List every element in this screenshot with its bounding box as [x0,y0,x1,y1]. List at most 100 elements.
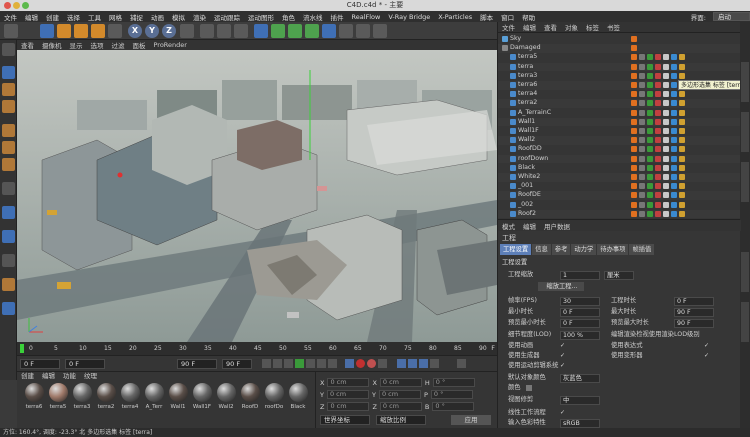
position-key-icon[interactable] [397,359,406,368]
coord-value-field[interactable]: 0 cm [326,390,369,399]
tag-icon[interactable] [679,174,685,180]
tag-icon[interactable] [655,63,661,70]
tag-icon[interactable] [663,137,669,144]
viewport-3d[interactable] [17,50,497,342]
tag-icon[interactable] [671,109,677,116]
current-frame-field[interactable]: 0 F [65,359,105,369]
deformer-icon[interactable] [322,24,336,38]
tag-icon[interactable] [663,72,669,79]
tag-icon[interactable] [647,82,653,88]
object-menu-item[interactable]: 书签 [603,22,624,32]
layout-select[interactable]: 启动 [713,12,750,21]
move-key-icon[interactable] [345,359,354,368]
object-menu-item[interactable]: 编辑 [519,22,540,32]
tag-icon[interactable] [647,164,653,171]
tag-icon[interactable] [679,128,685,134]
tag-icon[interactable] [671,63,677,70]
tag-icon[interactable] [663,146,669,153]
scale-tool-icon[interactable] [74,24,88,38]
tag-icon[interactable] [647,192,653,199]
object-row[interactable]: Black [498,164,741,173]
object-row[interactable]: Wall2 [498,136,741,145]
tag-icon[interactable] [631,45,637,52]
menu-item[interactable]: 渲染 [189,12,210,22]
viewport-menu-item[interactable]: 摄像机 [38,40,66,50]
material-swatch[interactable]: Wall2 [215,383,237,423]
tag-icon[interactable] [631,100,637,107]
tag-icon[interactable] [663,201,669,208]
project-scale-field[interactable]: 1 [560,271,600,280]
input-color-profile-select[interactable]: sRGB [560,419,600,428]
tag-icon[interactable] [639,128,645,134]
tag-icon[interactable] [631,36,637,42]
material-menu-item[interactable]: 编辑 [38,372,59,381]
recent-tool-icon[interactable] [108,24,122,38]
tag-icon[interactable] [647,201,653,208]
attribute-menu-item[interactable]: 用户数据 [540,221,574,231]
menu-item[interactable]: 运动跟踪 [210,12,244,22]
tag-icon[interactable] [639,82,645,88]
tag-icon[interactable] [671,54,677,61]
scale-mode-select[interactable]: 缩放比例 [376,415,426,425]
axis-y-button[interactable]: Y [145,24,159,38]
content-browser-side-tab[interactable] [741,112,749,152]
menu-item[interactable]: 动画 [147,12,168,22]
tag-icon[interactable] [671,192,677,199]
tag-icon[interactable] [647,146,653,153]
tag-icon[interactable] [639,137,645,144]
viewport-menu-item[interactable]: 选项 [87,40,108,50]
object-row[interactable]: terra4 [498,90,741,99]
prev-frame-icon[interactable] [284,359,293,368]
layers-side-tab[interactable] [741,302,749,342]
tag-icon[interactable] [655,82,661,88]
menu-item[interactable]: 网格 [105,12,126,22]
tag-icon[interactable] [663,183,669,190]
param-key-icon[interactable] [430,359,439,368]
tag-icon[interactable] [655,201,661,208]
coord-value-field[interactable]: 0 ° [432,378,475,387]
menu-item[interactable]: 插件 [327,12,348,22]
tag-icon[interactable] [631,183,637,190]
tag-icon[interactable] [631,192,637,199]
menu-item[interactable]: X-Particles [434,13,476,21]
viewport-menu-item[interactable]: ProRender [150,41,191,49]
tag-icon[interactable] [671,183,677,190]
tag-icon[interactable] [631,82,637,88]
object-row[interactable]: White2 [498,173,741,182]
menu-item[interactable]: 窗口 [497,12,518,22]
tag-icon[interactable] [655,109,661,116]
tag-icon[interactable] [647,54,653,61]
tag-icon[interactable] [639,91,645,98]
tag-icon[interactable] [671,128,677,134]
view-clipping-select[interactable]: 中 [560,396,600,405]
object-row[interactable]: Wall1 [498,117,741,127]
material-menu-item[interactable]: 功能 [59,372,80,381]
tag-icon[interactable] [671,118,677,125]
tag-icon[interactable] [663,210,669,217]
tag-icon[interactable] [631,164,637,171]
menu-item[interactable]: RealFlow [348,13,385,21]
tag-icon[interactable] [655,118,661,125]
coord-value-field[interactable]: 0 cm [379,402,422,411]
tweak-mode-icon[interactable] [2,278,15,291]
tag-icon[interactable] [671,155,677,162]
subdivision-icon[interactable] [288,24,302,38]
tag-icon[interactable] [647,183,653,190]
viewport-menu-item[interactable]: 面板 [129,40,150,50]
tag-icon[interactable] [679,137,685,144]
attributes-side-tab[interactable] [741,252,749,292]
tag-icon[interactable] [679,192,685,199]
material-swatch[interactable]: terra3 [71,383,93,423]
play-icon[interactable] [295,359,304,368]
object-row[interactable]: RoofDE [498,191,741,200]
object-menu-item[interactable]: 对象 [561,22,582,32]
menu-item[interactable]: 编辑 [21,12,42,22]
material-swatch[interactable]: Wall1 [167,383,189,423]
keyframe-selection-icon[interactable] [378,359,387,368]
coord-value-field[interactable]: 0 cm [327,402,370,411]
tag-icon[interactable] [639,164,645,171]
tag-icon[interactable] [655,174,661,180]
coord-value-field[interactable]: 0 cm [378,390,421,399]
tag-icon[interactable] [671,146,677,153]
rotation-key-icon[interactable] [419,359,428,368]
